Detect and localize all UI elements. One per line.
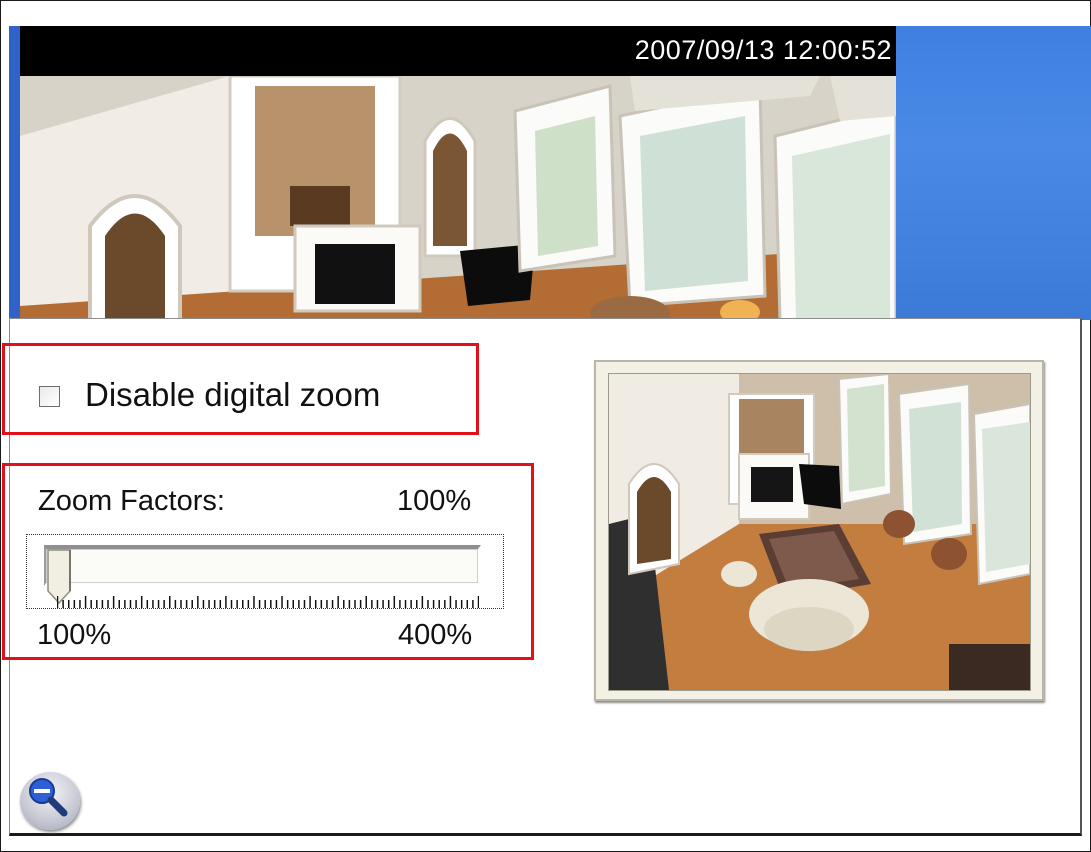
live-video: 2007/09/13 12:00:52 (20, 26, 896, 320)
zoom-slider-ticks (57, 596, 479, 608)
zoom-factor-value: 100% (397, 485, 472, 517)
desktop-background (896, 26, 1091, 320)
zoom-max-label: 400% (398, 619, 473, 651)
room-image (20, 76, 896, 320)
video-timestamp: 2007/09/13 12:00:52 (634, 35, 892, 65)
disable-digital-zoom-checkbox[interactable] (39, 386, 60, 407)
desktop-strip (9, 26, 20, 320)
zoom-factors-label: Zoom Factors: (38, 485, 225, 517)
timestamp-bar: 2007/09/13 12:00:52 (20, 26, 896, 76)
zoom-min-label: 100% (37, 619, 112, 651)
zoom-out-button[interactable] (20, 772, 80, 830)
zoom-preview-image[interactable] (608, 373, 1031, 691)
preview-room-image (609, 374, 1030, 690)
disable-digital-zoom-label[interactable]: Disable digital zoom (85, 376, 380, 414)
magnifier-minus-icon (29, 778, 68, 817)
zoom-slider-track[interactable] (44, 545, 481, 586)
